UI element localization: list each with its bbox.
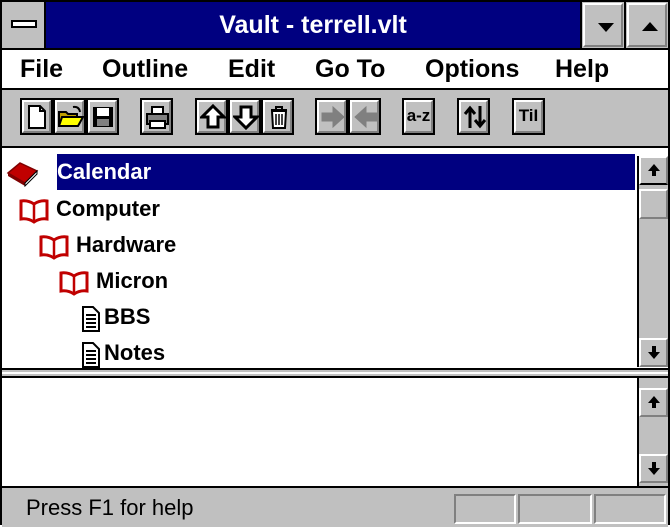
- outline-item-label: BBS: [104, 304, 151, 329]
- outline-item-label: Micron: [96, 268, 169, 293]
- status-bar: Press F1 for help: [2, 486, 668, 527]
- notes-scroll-down-button[interactable]: [639, 454, 668, 483]
- outline-item-label: Computer: [56, 196, 160, 221]
- trash-can-icon: [270, 106, 288, 129]
- save-button[interactable]: [86, 98, 119, 135]
- save-disk-icon: [93, 107, 113, 127]
- menu-file[interactable]: File: [20, 55, 63, 84]
- arrow-down-icon: [233, 105, 259, 130]
- text-format-button[interactable]: TiI: [512, 98, 545, 135]
- outline-item-label: Notes: [104, 340, 166, 365]
- maximize-icon: [642, 22, 658, 31]
- status-panel-3: [594, 494, 666, 524]
- reorder-button[interactable]: [457, 98, 490, 135]
- outline-scrollbar[interactable]: [637, 156, 668, 367]
- window-title: Vault - terrell.vlt: [219, 11, 407, 39]
- open-button[interactable]: [53, 98, 86, 135]
- scroll-up-arrow-icon: [648, 164, 660, 176]
- menu-bar: File Outline Edit Go To Options Help: [2, 50, 668, 90]
- notes-scroll-up-button[interactable]: [639, 388, 668, 417]
- printer-icon: [146, 106, 169, 129]
- open-book-icon: [59, 271, 89, 296]
- menu-help[interactable]: Help: [555, 55, 609, 84]
- sort-az-label: a-z: [406, 106, 431, 125]
- sort-az-button[interactable]: a-z: [402, 98, 435, 135]
- outline-item-label: Calendar: [57, 159, 152, 184]
- outline-scroll-thumb[interactable]: [639, 189, 668, 219]
- outline-scroll-up-button[interactable]: [639, 156, 668, 185]
- move-down-button[interactable]: [228, 98, 261, 135]
- text-format-label: TiI: [518, 106, 539, 125]
- new-document-icon: [28, 105, 46, 129]
- document-icon: [82, 342, 100, 368]
- pane-splitter[interactable]: [2, 368, 668, 378]
- outline-item-label: Hardware: [76, 232, 177, 257]
- print-button[interactable]: [140, 98, 173, 135]
- move-up-button[interactable]: [195, 98, 228, 135]
- outdent-button[interactable]: [348, 98, 381, 135]
- arrow-right-icon: [321, 105, 345, 129]
- open-book-icon: [19, 199, 49, 224]
- new-button[interactable]: [20, 98, 53, 135]
- toolbar: a-z TiI: [2, 90, 668, 148]
- open-book-icon: [39, 235, 69, 260]
- title-bar[interactable]: Vault - terrell.vlt: [2, 2, 668, 50]
- delete-button[interactable]: [261, 98, 294, 135]
- menu-outline[interactable]: Outline: [102, 55, 188, 84]
- system-menu-icon: [11, 20, 37, 28]
- status-panel-2: [518, 494, 592, 524]
- status-panel-1: [454, 494, 516, 524]
- open-folder-icon: [58, 105, 84, 127]
- maximize-button[interactable]: [624, 2, 668, 48]
- outline-scroll-down-button[interactable]: [639, 338, 668, 367]
- notes-pane[interactable]: [2, 378, 668, 486]
- menu-options[interactable]: Options: [425, 55, 519, 84]
- scroll-down-arrow-icon: [648, 346, 660, 359]
- menu-edit[interactable]: Edit: [228, 55, 275, 84]
- minimize-icon: [598, 23, 614, 32]
- outline-pane[interactable]: Calendar Computer Hardware Micron BBS No…: [2, 148, 668, 368]
- arrow-left-icon: [354, 105, 378, 129]
- system-menu-button[interactable]: [2, 2, 46, 48]
- up-down-arrows-icon: [463, 105, 487, 129]
- closed-book-icon: [6, 162, 39, 187]
- document-icon: [82, 306, 100, 332]
- scroll-up-arrow-icon: [648, 396, 660, 408]
- app-window: Vault - terrell.vlt File Outline Edit Go…: [0, 0, 670, 527]
- notes-scrollbar[interactable]: [637, 378, 668, 486]
- minimize-button[interactable]: [580, 2, 624, 48]
- menu-goto[interactable]: Go To: [315, 55, 385, 84]
- indent-button[interactable]: [315, 98, 348, 135]
- arrow-up-icon: [200, 104, 226, 129]
- status-text: Press F1 for help: [26, 495, 194, 520]
- scroll-down-arrow-icon: [648, 462, 660, 475]
